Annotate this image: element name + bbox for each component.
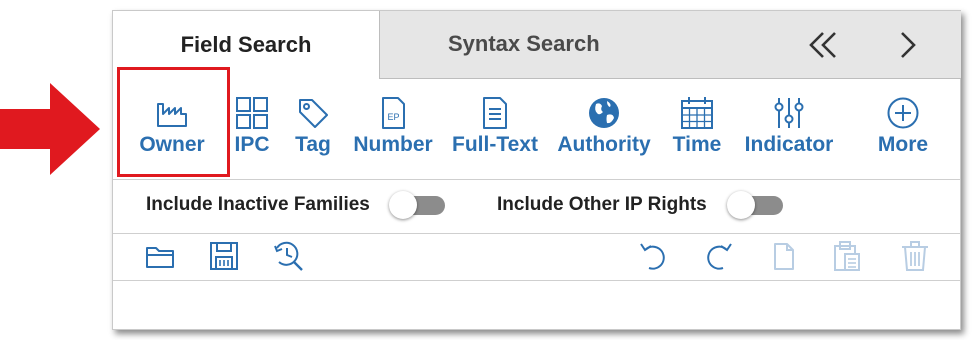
chevron-right-icon[interactable] — [890, 27, 926, 63]
category-tag[interactable]: Tag — [283, 79, 343, 179]
double-chevron-left-icon[interactable] — [805, 27, 841, 63]
text-document-icon — [483, 97, 507, 129]
history-search-icon[interactable] — [273, 240, 305, 272]
toggle-other-ip-rights-label: Include Other IP Rights — [497, 194, 707, 215]
category-number-label: Number — [353, 133, 433, 156]
category-owner[interactable]: Owner — [116, 79, 228, 179]
category-full-text-label: Full-Text — [452, 133, 538, 156]
toggle-inactive-families-label: Include Inactive Families — [146, 194, 370, 215]
tab-field-search-label: Field Search — [180, 32, 312, 57]
copy-icon[interactable] — [767, 240, 799, 272]
tab-syntax-search[interactable]: Syntax Search — [379, 11, 961, 79]
delete-icon[interactable] — [899, 240, 931, 272]
tab-field-search[interactable]: Field Search — [113, 11, 379, 79]
factory-icon — [157, 103, 187, 127]
toggle-knob — [389, 191, 417, 219]
calendar-icon — [681, 97, 713, 129]
category-owner-label: Owner — [139, 133, 205, 156]
search-tabs: Field Search Syntax Search — [113, 11, 961, 79]
save-icon[interactable] — [208, 240, 240, 272]
globe-icon — [589, 98, 619, 128]
grid-icon — [236, 97, 268, 129]
category-ipc-label: IPC — [234, 133, 270, 156]
category-tag-label: Tag — [295, 133, 331, 156]
category-authority-label: Authority — [557, 133, 651, 156]
tag-icon — [299, 99, 328, 128]
category-ipc[interactable]: IPC — [228, 79, 276, 179]
query-editor-area[interactable] — [113, 281, 960, 329]
category-time-label: Time — [672, 133, 722, 156]
document-ep-icon: EP — [382, 97, 405, 129]
folder-open-icon[interactable] — [145, 240, 177, 272]
toggle-other-ip-rights[interactable] — [727, 191, 783, 219]
undo-icon[interactable] — [637, 240, 669, 272]
category-indicator[interactable]: Indicator — [741, 79, 837, 179]
query-actions-row — [113, 232, 960, 281]
paste-icon[interactable] — [831, 240, 863, 272]
red-arrow-pointer — [0, 83, 100, 175]
redo-icon[interactable] — [703, 240, 735, 272]
category-more[interactable]: More — [873, 79, 933, 179]
plus-circle-icon — [887, 97, 919, 129]
category-number[interactable]: EP Number — [351, 79, 435, 179]
tab-syntax-search-label: Syntax Search — [448, 31, 600, 56]
category-authority[interactable]: Authority — [556, 79, 652, 179]
category-more-label: More — [877, 133, 929, 156]
toggle-inactive-families[interactable] — [389, 191, 445, 219]
filter-toggles-row: Include Inactive Families Include Other … — [113, 179, 960, 234]
search-panel: Field Search Syntax Search Owner IPC Tag… — [112, 10, 961, 330]
search-category-toolbar: Owner IPC Tag EP Number Full-Text Author… — [113, 79, 960, 179]
category-time[interactable]: Time — [669, 79, 725, 179]
sliders-icon — [774, 98, 804, 128]
toggle-knob — [727, 191, 755, 219]
category-full-text[interactable]: Full-Text — [449, 79, 541, 179]
ep-icon-text: EP — [387, 112, 399, 122]
category-indicator-label: Indicator — [744, 133, 834, 156]
